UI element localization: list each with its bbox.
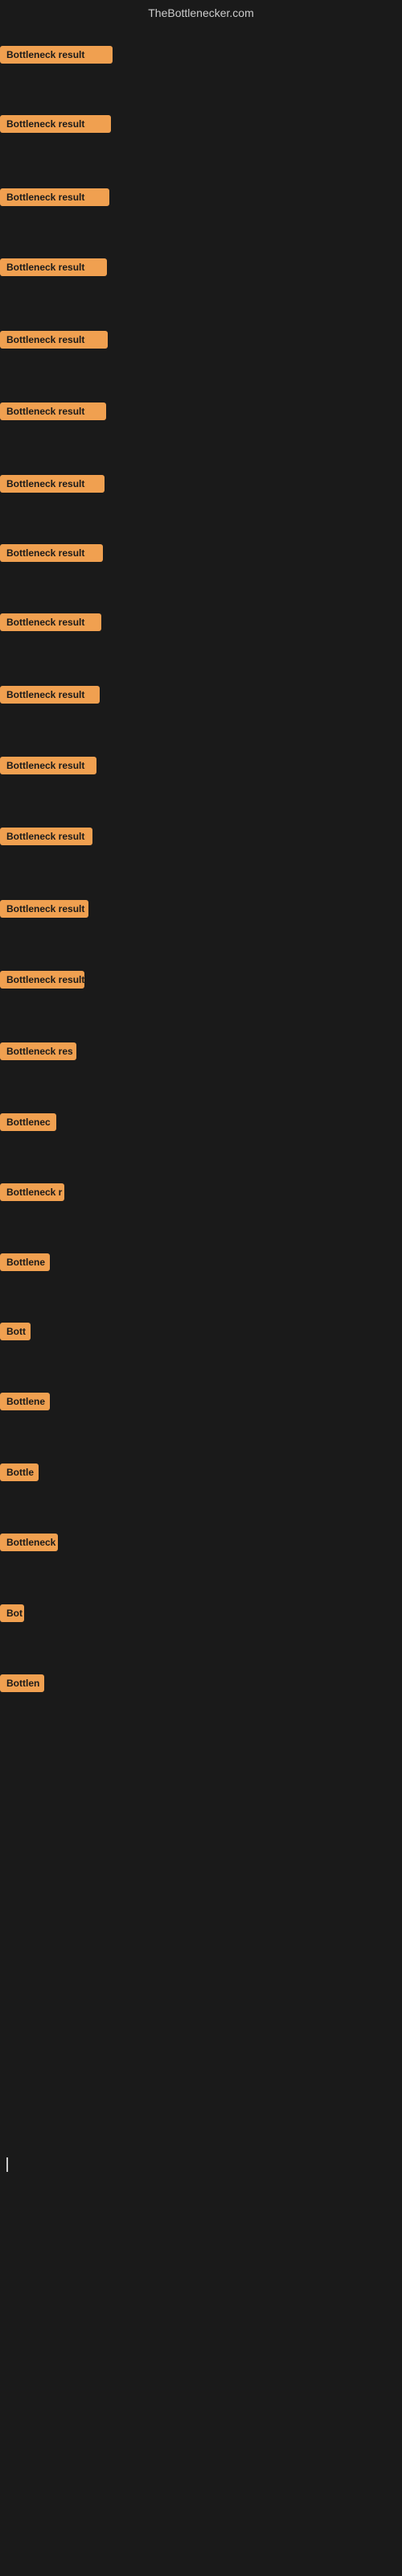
site-title: TheBottlenecker.com <box>148 6 254 19</box>
text-cursor <box>6 2157 8 2172</box>
bottleneck-result-item[interactable]: Bottleneck <box>0 1534 58 1555</box>
bottleneck-badge[interactable]: Bottleneck result <box>0 544 103 562</box>
bottleneck-badge[interactable]: Bottleneck result <box>0 900 88 918</box>
bottleneck-badge[interactable]: Bottlene <box>0 1393 50 1410</box>
bottleneck-badge[interactable]: Bottleneck result <box>0 757 96 774</box>
bottleneck-result-item[interactable]: Bottlenec <box>0 1113 56 1135</box>
bottleneck-result-item[interactable]: Bottleneck result <box>0 475 105 497</box>
bottleneck-result-item[interactable]: Bottleneck result <box>0 613 101 635</box>
bottleneck-badge[interactable]: Bot <box>0 1604 24 1622</box>
bottleneck-badge[interactable]: Bottleneck <box>0 1534 58 1551</box>
bottleneck-badge[interactable]: Bottlen <box>0 1674 44 1692</box>
bottleneck-badge[interactable]: Bottleneck result <box>0 115 111 133</box>
bottleneck-result-item[interactable]: Bottleneck result <box>0 900 88 922</box>
bottleneck-badge[interactable]: Bottleneck res <box>0 1042 76 1060</box>
bottleneck-result-item[interactable]: Bottleneck result <box>0 544 103 566</box>
bottleneck-result-item[interactable]: Bott <box>0 1323 31 1344</box>
bottleneck-badge[interactable]: Bottleneck result <box>0 188 109 206</box>
bottleneck-badge[interactable]: Bottlene <box>0 1253 50 1271</box>
bottleneck-result-item[interactable]: Bottleneck result <box>0 971 84 993</box>
bottleneck-badge[interactable]: Bottlenec <box>0 1113 56 1131</box>
bottleneck-badge[interactable]: Bottleneck result <box>0 475 105 493</box>
bottleneck-result-item[interactable]: Bottleneck result <box>0 402 106 424</box>
bottleneck-badge[interactable]: Bottleneck result <box>0 971 84 989</box>
bottleneck-badge[interactable]: Bottleneck result <box>0 828 92 845</box>
bottleneck-result-item[interactable]: Bottleneck result <box>0 46 113 68</box>
bottleneck-badge[interactable]: Bottleneck result <box>0 258 107 276</box>
bottleneck-result-item[interactable]: Bottleneck result <box>0 757 96 778</box>
bottleneck-badge[interactable]: Bottleneck result <box>0 686 100 704</box>
site-header: TheBottlenecker.com <box>0 0 402 23</box>
bottleneck-badge[interactable]: Bottleneck result <box>0 613 101 631</box>
bottleneck-result-item[interactable]: Bottleneck result <box>0 828 92 849</box>
bottleneck-result-item[interactable]: Bottleneck result <box>0 188 109 210</box>
bottleneck-result-item[interactable]: Bottlene <box>0 1393 50 1414</box>
bottleneck-badge[interactable]: Bottle <box>0 1463 39 1481</box>
bottleneck-result-item[interactable]: Bottleneck res <box>0 1042 76 1064</box>
bottleneck-result-item[interactable]: Bottleneck r <box>0 1183 64 1205</box>
bottleneck-result-item[interactable]: Bottleneck result <box>0 258 107 280</box>
bottleneck-result-item[interactable]: Bot <box>0 1604 24 1626</box>
bottleneck-result-item[interactable]: Bottleneck result <box>0 115 111 137</box>
bottleneck-result-item[interactable]: Bottlene <box>0 1253 50 1275</box>
bottleneck-result-item[interactable]: Bottle <box>0 1463 39 1485</box>
bottleneck-badge[interactable]: Bottleneck result <box>0 402 106 420</box>
bottleneck-result-item[interactable]: Bottlen <box>0 1674 44 1696</box>
bottleneck-result-item[interactable]: Bottleneck result <box>0 331 108 353</box>
bottleneck-badge[interactable]: Bottleneck result <box>0 46 113 64</box>
bottleneck-badge[interactable]: Bottleneck result <box>0 331 108 349</box>
bottleneck-badge[interactable]: Bott <box>0 1323 31 1340</box>
bottleneck-result-item[interactable]: Bottleneck result <box>0 686 100 708</box>
bottleneck-badge[interactable]: Bottleneck r <box>0 1183 64 1201</box>
